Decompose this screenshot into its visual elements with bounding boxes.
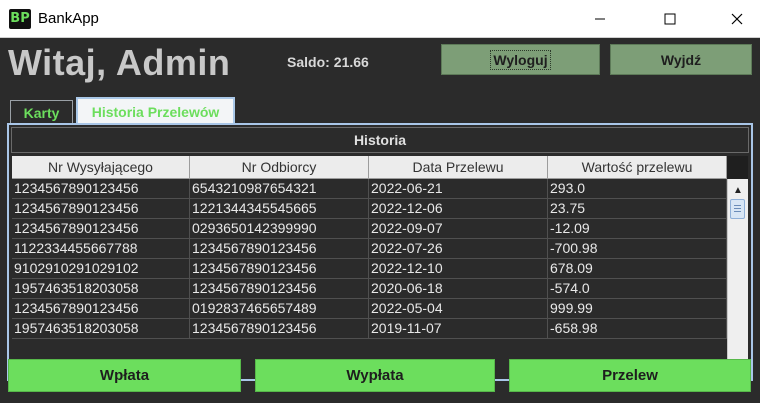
table-row[interactable]: 1234567890123456 0192837465657489 2022-0… (12, 299, 727, 319)
amount-cell: -574.0 (548, 279, 727, 298)
greeting-heading: Witaj, Admin (8, 42, 231, 83)
logout-button[interactable]: Wyloguj (441, 44, 600, 75)
column-header-amount[interactable]: Wartość przelewu (548, 156, 727, 179)
sender-cell: 1234567890123456 (12, 199, 190, 218)
table-row[interactable]: 9102910291029102 1234567890123456 2022-1… (12, 259, 727, 279)
close-button[interactable] (714, 0, 760, 38)
history-title: Historia (11, 127, 749, 153)
date-cell: 2022-05-04 (369, 299, 548, 318)
table-body: 1234567890123456 6543210987654321 2022-0… (12, 179, 727, 376)
withdraw-button[interactable]: Wypłata (255, 359, 495, 392)
grip-line (734, 208, 741, 209)
logout-button-label: Wyloguj (490, 49, 551, 70)
scrollbar-thumb[interactable] (730, 199, 745, 219)
table-row[interactable]: 1234567890123456 1221344345545665 2022-1… (12, 199, 727, 219)
column-header-sender[interactable]: Nr Wysyłającego (12, 156, 190, 179)
withdraw-button-label: Wypłata (346, 367, 404, 384)
date-cell: 2022-12-10 (369, 259, 548, 278)
exit-button-label: Wyjdź (660, 51, 702, 68)
amount-cell: 23.75 (548, 199, 727, 218)
app-logo-icon: BP (9, 9, 31, 29)
date-cell: 2022-06-21 (369, 179, 548, 198)
sender-cell: 1122334455667788 (12, 239, 190, 258)
recipient-cell: 0192837465657489 (190, 299, 369, 318)
transfer-button[interactable]: Przelew (509, 359, 751, 392)
table-header-corner (727, 156, 748, 179)
exit-button[interactable]: Wyjdź (610, 44, 752, 75)
sender-cell: 1957463518203058 (12, 279, 190, 298)
balance-label: Saldo: (287, 54, 330, 70)
window-titlebar: BP BankApp (0, 0, 760, 38)
close-icon (731, 13, 743, 25)
date-cell: 2022-07-26 (369, 239, 548, 258)
sender-cell: 1957463518203058 (12, 319, 190, 338)
recipient-cell: 0293650142399990 (190, 219, 369, 238)
transfer-button-label: Przelew (602, 367, 658, 384)
recipient-cell: 1234567890123456 (190, 279, 369, 298)
date-cell: 2022-12-06 (369, 199, 548, 218)
amount-cell: 678.09 (548, 259, 727, 278)
sender-cell: 1234567890123456 (12, 299, 190, 318)
window-title: BankApp (38, 10, 99, 27)
balance-display: Saldo: 21.66 (287, 54, 369, 70)
amount-cell: 999.99 (548, 299, 727, 318)
table-row[interactable]: 1122334455667788 1234567890123456 2022-0… (12, 239, 727, 259)
amount-cell: -658.98 (548, 319, 727, 338)
tab-transfer-history-label: Historia Przelewów (91, 103, 220, 120)
amount-cell: 293.0 (548, 179, 727, 198)
column-header-date[interactable]: Data Przelewu (369, 156, 548, 179)
table-vertical-scrollbar[interactable]: ▲ ▼ (727, 179, 748, 376)
sender-cell: 9102910291029102 (12, 259, 190, 278)
grip-line (734, 205, 741, 206)
table-header: Nr Wysyłającego Nr Odbiorcy Data Przelew… (12, 156, 727, 179)
history-panel: Historia Nr Wysyłającego Nr Odbiorcy Dat… (7, 123, 753, 381)
recipient-cell: 1234567890123456 (190, 239, 369, 258)
table-row[interactable]: 1957463518203058 1234567890123456 2019-1… (12, 319, 727, 339)
minimize-icon (595, 18, 605, 20)
deposit-button-label: Wpłata (99, 367, 150, 384)
amount-cell: -700.98 (548, 239, 727, 258)
date-cell: 2022-09-07 (369, 219, 548, 238)
recipient-cell: 6543210987654321 (190, 179, 369, 198)
arrow-up-icon: ▲ (733, 184, 743, 196)
tab-cards-label: Karty (23, 104, 60, 121)
date-cell: 2019-11-07 (369, 319, 548, 338)
scroll-up-button[interactable]: ▲ (728, 181, 748, 199)
history-table: Nr Wysyłającego Nr Odbiorcy Data Przelew… (12, 156, 748, 376)
recipient-cell: 1234567890123456 (190, 319, 369, 338)
table-row[interactable]: 1234567890123456 0293650142399990 2022-0… (12, 219, 727, 239)
column-header-recipient[interactable]: Nr Odbiorcy (190, 156, 369, 179)
deposit-button[interactable]: Wpłata (8, 359, 241, 392)
recipient-cell: 1221344345545665 (190, 199, 369, 218)
recipient-cell: 1234567890123456 (190, 259, 369, 278)
sender-cell: 1234567890123456 (12, 219, 190, 238)
balance-value: 21.66 (333, 54, 369, 70)
date-cell: 2020-06-18 (369, 279, 548, 298)
amount-cell: -12.09 (548, 219, 727, 238)
sender-cell: 1234567890123456 (12, 179, 190, 198)
minimize-button[interactable] (577, 0, 623, 38)
table-row[interactable]: 1234567890123456 6543210987654321 2022-0… (12, 179, 727, 199)
maximize-button[interactable] (647, 0, 693, 38)
grip-line (734, 211, 741, 212)
tab-transfer-history[interactable]: Historia Przelewów (76, 97, 235, 124)
main-area: Witaj, Admin Saldo: 21.66 Wyloguj Wyjdź K… (0, 38, 760, 403)
tab-cards[interactable]: Karty (10, 100, 73, 124)
maximize-icon (664, 13, 676, 25)
table-row[interactable]: 1957463518203058 1234567890123456 2020-0… (12, 279, 727, 299)
